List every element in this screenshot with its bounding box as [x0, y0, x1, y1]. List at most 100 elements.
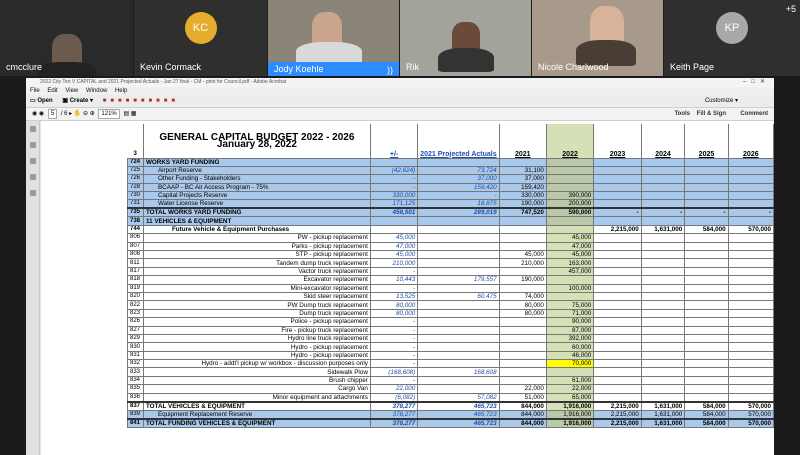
menu-file[interactable]: File: [30, 88, 40, 94]
layers-icon[interactable]: [29, 190, 36, 196]
col-2022-label: 2022: [562, 150, 578, 158]
more-participants-badge[interactable]: +5: [786, 4, 796, 14]
signatures-icon[interactable]: [29, 174, 36, 180]
value-cell: [417, 157, 500, 167]
participant-tile-kevin[interactable]: KC Kevin Cormack: [134, 0, 267, 76]
participant-video: [312, 12, 342, 46]
value-cell: 210,000: [498, 258, 547, 268]
value-cell: 179,557: [417, 275, 500, 285]
row-number: 744: [127, 224, 144, 235]
create-label: Create: [69, 98, 89, 104]
value-cell: [727, 350, 774, 361]
row-label: Excavator replacement: [142, 275, 371, 285]
value-cell: 289,019: [417, 207, 500, 218]
open-button[interactable]: ▭ Open: [30, 95, 53, 108]
value-cell: [727, 392, 774, 403]
value-cell: [640, 157, 686, 167]
menu-help[interactable]: Help: [115, 88, 127, 94]
value-cell: 1,631,000: [640, 400, 686, 411]
col-header-projected: 2021 Projected Actuals: [417, 124, 500, 158]
table-row: 735 TOTAL WORKS YARD FUNDING 458,501 289,01…: [127, 207, 774, 218]
document-view[interactable]: 3 GENERAL CAPITAL BUDGET 2022 - 2026 Janu…: [41, 121, 774, 455]
toolbar-icons[interactable]: ■■■■■■■■■■: [103, 98, 179, 104]
value-cell: 100,000: [545, 283, 595, 293]
participant-tile-jody[interactable]: Jody Koehle )): [268, 0, 399, 76]
row-label: STP - pickup replacement: [142, 249, 371, 260]
value-cell: [640, 174, 686, 184]
participant-tile-keith[interactable]: KP Keith Page +5: [664, 0, 800, 76]
row-label: PW - pickup replacement: [142, 233, 371, 243]
col-header-2022: 2022: [546, 124, 595, 158]
value-cell: 570,000: [727, 224, 774, 235]
value-cell: [684, 258, 729, 268]
row-label: Hydro - pickup replacement: [142, 342, 371, 352]
participant-tile-nicole[interactable]: Nicole Charlwood: [532, 0, 663, 76]
value-cell: 390,000: [545, 191, 595, 201]
view-mode-icons[interactable]: ▤ ▦: [123, 111, 136, 117]
create-icon: ▣: [62, 98, 70, 104]
row-number: 827: [127, 325, 144, 335]
table-row: 827 Fire - pickup truck replacement - 87,00…: [127, 325, 774, 335]
row-number: 835: [127, 384, 144, 394]
value-cell: -: [369, 182, 419, 193]
zoom-out-icon[interactable]: ⊖: [83, 111, 88, 117]
value-cell: [684, 199, 729, 209]
value-cell: 465,723: [417, 400, 500, 411]
select-tool-icon[interactable]: ▸ ✋: [69, 111, 83, 117]
value-cell: -: [369, 317, 419, 327]
value-cell: [727, 375, 774, 386]
comment-tab[interactable]: Comment: [740, 108, 768, 121]
value-cell: [640, 165, 686, 176]
menu-window[interactable]: Window: [86, 88, 107, 94]
value-cell: 60,000: [545, 342, 595, 352]
value-cell: 10,443: [369, 275, 419, 285]
value-cell: [684, 249, 729, 260]
value-cell: [640, 191, 686, 201]
zoom-level-select[interactable]: 121%: [98, 109, 120, 119]
value-cell: 45,000: [498, 249, 547, 260]
col-2021-label: 2021: [514, 150, 531, 158]
row-label: Capital Projects Reserve: [142, 191, 371, 201]
tools-tab[interactable]: Tools: [674, 108, 690, 121]
value-cell: [640, 350, 686, 361]
value-cell: [684, 317, 729, 327]
customize-menu[interactable]: Customize ▾: [705, 95, 738, 108]
menu-edit[interactable]: Edit: [47, 88, 57, 94]
participant-tile-rik[interactable]: Rik: [400, 0, 531, 76]
value-cell: 2,215,000: [593, 400, 642, 411]
fill-sign-tab[interactable]: Fill & Sign: [697, 108, 726, 121]
attachments-icon[interactable]: [29, 158, 36, 164]
create-button[interactable]: ▣ Create ▾: [62, 95, 93, 108]
value-cell: 73,724: [417, 165, 500, 176]
prev-page-icon[interactable]: ◉ ◉: [32, 111, 44, 117]
zoom-in-icon[interactable]: ⊕: [90, 111, 97, 117]
value-cell: [727, 157, 774, 167]
value-cell: [545, 291, 595, 302]
value-cell: [684, 350, 729, 361]
participant-tile-cmcclure[interactable]: cmcclure: [0, 0, 133, 76]
value-cell: (6,082): [369, 392, 419, 403]
row-label: Vactor truck replacement: [142, 266, 371, 277]
value-cell: [417, 233, 500, 243]
page-thumbnails-icon[interactable]: [29, 126, 36, 132]
value-cell: [684, 342, 729, 352]
row-number: 735: [127, 207, 144, 218]
value-cell: [684, 325, 729, 335]
value-cell: [545, 182, 595, 193]
window-controls[interactable]: –□✕: [743, 78, 770, 87]
page-number-input[interactable]: 5: [47, 109, 58, 119]
row-label: TOTAL VEHICLES & EQUIPMENT: [142, 400, 371, 411]
participant-name: Rik: [406, 62, 419, 72]
value-cell: [593, 300, 642, 310]
menu-view[interactable]: View: [65, 88, 78, 94]
value-cell: -: [640, 207, 686, 218]
bookmarks-icon[interactable]: [29, 142, 36, 148]
table-row: 817 Vactor truck replacement - 457,000: [127, 266, 774, 277]
value-cell: 590,000: [545, 207, 595, 218]
value-cell: 45,000: [369, 249, 419, 260]
zoom-meeting-window: cmcclure KC Kevin Cormack Jody Koehle ))…: [0, 0, 800, 455]
row-number: 826: [127, 317, 144, 327]
value-cell: [727, 199, 774, 209]
value-cell: -: [369, 375, 419, 386]
value-cell: 87,000: [545, 325, 595, 335]
